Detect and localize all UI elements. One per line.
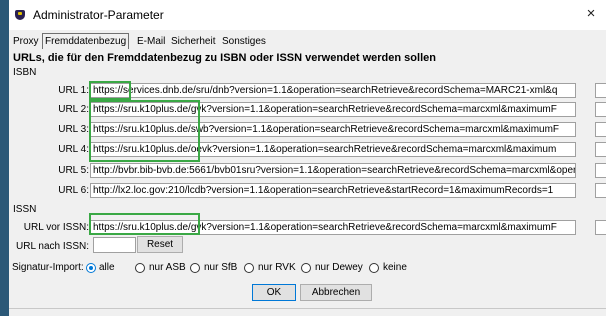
window-title: Administrator-Parameter (33, 8, 164, 22)
url6-field[interactable]: http://lx2.loc.gov:210/lcdb?version=1.1&… (90, 183, 576, 198)
url2-label: URL 2: (58, 104, 89, 115)
tab-email[interactable]: E-Mail (137, 34, 165, 49)
highlight-k10plus-urls (89, 100, 200, 162)
dialog-window: Administrator-Parameter × Proxy Fremddat… (9, 0, 606, 316)
radio-nur-rvk[interactable] (244, 263, 254, 273)
url6-label: URL 6: (58, 185, 89, 196)
title-bar: Administrator-Parameter × (9, 0, 606, 30)
url3-extra-field[interactable] (595, 122, 606, 137)
url-nach-issn-field[interactable] (93, 237, 136, 253)
url-vor-issn-extra-field[interactable] (595, 220, 606, 235)
ok-button[interactable]: OK (252, 284, 296, 301)
url5-field[interactable]: http://bvbr.bib-bvb.de:5661/bvb01sru?ver… (90, 163, 576, 178)
radio-keine[interactable] (369, 263, 379, 273)
radio-nur-sfb[interactable] (190, 263, 200, 273)
url1-field[interactable]: https://services.dnb.de/sru/dnb?version=… (90, 83, 576, 98)
tab-sicherheit[interactable]: Sicherheit (171, 34, 215, 49)
divider (9, 308, 606, 309)
tab-fremddatenbezug[interactable]: Fremddatenbezug (42, 33, 130, 49)
url5-label: URL 5: (58, 165, 89, 176)
issn-group-label: ISSN (13, 204, 37, 215)
url1-label: URL 1: (58, 85, 89, 96)
isbn-group-label: ISBN (13, 67, 37, 78)
signatur-import-label: Signatur-Import: (12, 262, 84, 273)
highlight-issn-url (89, 213, 200, 235)
radio-nur-rvk-label: nur RVK (258, 262, 296, 273)
background-window-edge (0, 0, 9, 316)
radio-keine-label: keine (383, 262, 407, 273)
url2-extra-field[interactable] (595, 102, 606, 117)
url4-extra-field[interactable] (595, 142, 606, 157)
url3-label: URL 3: (58, 124, 89, 135)
url-nach-issn-label: URL nach ISSN: (16, 241, 89, 252)
radio-alle-label: alle (99, 262, 115, 273)
highlight-url1-scheme (89, 81, 131, 100)
url4-label: URL 4: (58, 144, 89, 155)
app-shield-icon (15, 10, 25, 20)
tab-bar: Proxy Fremddatenbezug E-Mail Sicherheit … (9, 33, 606, 50)
url5-extra-field[interactable] (595, 163, 606, 178)
section-heading: URLs, die für den Fremddatenbezug zu ISB… (13, 52, 436, 64)
radio-nur-asb-label: nur ASB (149, 262, 186, 273)
radio-nur-asb[interactable] (135, 263, 145, 273)
url6-extra-field[interactable] (595, 183, 606, 198)
tab-sonstiges[interactable]: Sonstiges (222, 34, 266, 49)
radio-nur-dewey[interactable] (301, 263, 311, 273)
tab-proxy[interactable]: Proxy (13, 34, 39, 49)
radio-nur-sfb-label: nur SfB (204, 262, 238, 273)
cancel-button[interactable]: Abbrechen (300, 284, 372, 301)
radio-nur-dewey-label: nur Dewey (315, 262, 363, 273)
url1-extra-field[interactable] (595, 83, 606, 98)
url-vor-issn-label: URL vor ISSN: (23, 222, 89, 233)
radio-alle[interactable] (86, 263, 96, 273)
reset-button[interactable]: Reset (137, 236, 183, 253)
close-button[interactable]: × (582, 4, 600, 24)
